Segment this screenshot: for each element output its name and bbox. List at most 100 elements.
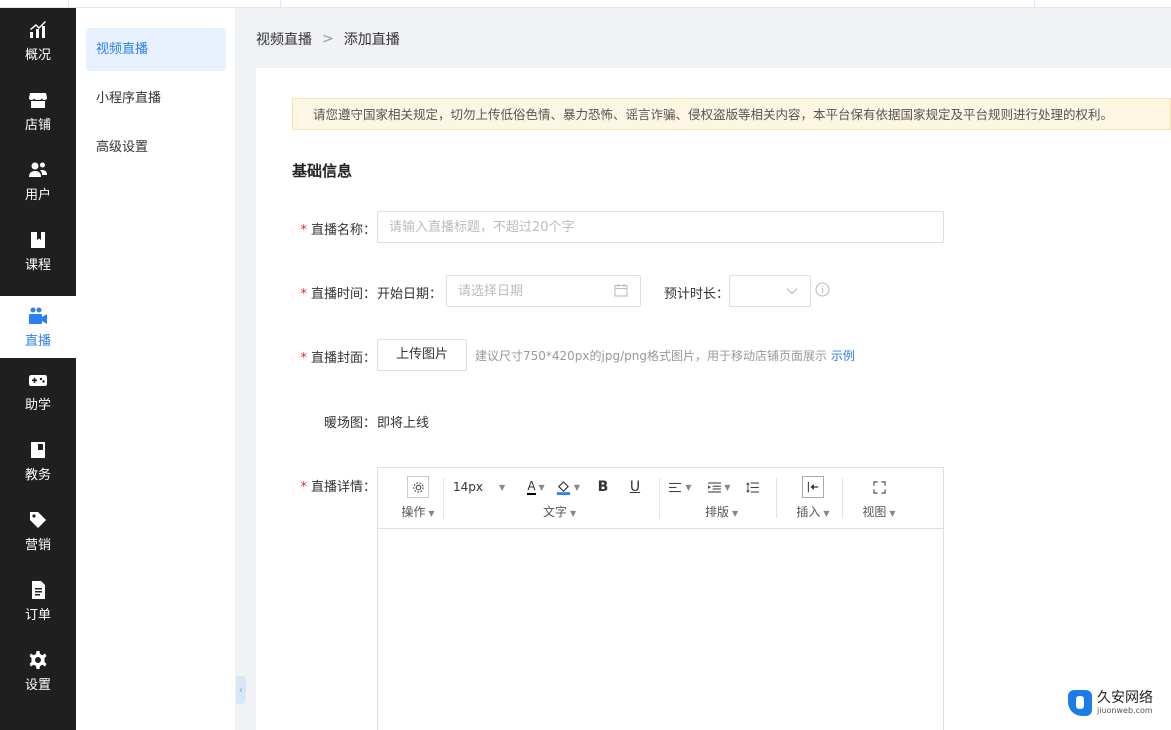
line-height-button[interactable]: [742, 476, 762, 498]
cover-label-text: 直播封面：: [310, 351, 376, 366]
align-left-icon: [669, 482, 682, 492]
live-time-label: * 直播时间：: [292, 283, 376, 302]
submenu-item-miniprogram-live[interactable]: 小程序直播: [86, 77, 226, 120]
indent-button[interactable]: ▼: [707, 476, 732, 498]
insert-caption: 插入: [796, 505, 821, 519]
toolbar-menu-view[interactable]: 视图 ▼: [854, 503, 904, 520]
upload-image-button[interactable]: 上传图片: [377, 339, 467, 371]
caret-down-icon: ▼: [724, 482, 731, 492]
operate-settings-button[interactable]: [407, 476, 429, 498]
cover-hint: 建议尺寸750*420px的jpg/png格式图片，用于移动店铺页面展示 示例: [475, 347, 855, 364]
chevron-down-icon: [786, 288, 798, 295]
view-caption: 视图: [862, 505, 887, 519]
caret-down-icon: ▼: [499, 482, 506, 492]
caret-down-icon: ▼: [732, 509, 739, 518]
duration-select[interactable]: [729, 275, 811, 307]
top-bar-divider: [280, 0, 281, 8]
collapse-submenu-button[interactable]: ‹: [236, 676, 246, 704]
caret-down-icon: ▼: [889, 509, 896, 518]
live-time-label-text: 直播时间：: [310, 287, 376, 302]
nav-item-courses[interactable]: 课程: [0, 220, 76, 282]
logo-subtitle: jiuonweb.com: [1097, 706, 1153, 715]
fullscreen-button[interactable]: [869, 476, 889, 498]
chart-up-icon: [30, 20, 46, 38]
detail-label: * 直播详情：: [292, 476, 376, 495]
top-bar: [0, 0, 1171, 8]
nav-label: 教务: [24, 467, 51, 483]
nav-label: 课程: [24, 257, 51, 273]
settings-gear-icon: [412, 481, 424, 493]
font-color-icon: A: [527, 478, 536, 495]
start-date-picker[interactable]: [446, 275, 641, 307]
required-mark: *: [300, 223, 307, 238]
insert-button[interactable]: [802, 476, 824, 498]
start-date-label: 开始日期：: [377, 287, 443, 302]
toolbar-menu-layout[interactable]: 排版 ▼: [668, 503, 768, 520]
toolbar-menu-operate[interactable]: 操作 ▼: [398, 503, 438, 520]
tag-icon: [30, 511, 46, 528]
info-icon[interactable]: [815, 282, 830, 297]
store-icon: [29, 92, 47, 108]
add-live-form-card: 请您遵守国家相关规定，切勿上传低俗色情、暴力恐怖、谣言诈骗、侵权盗版等相关内容，…: [256, 68, 1171, 730]
caret-down-icon: ▼: [685, 482, 692, 492]
nav-item-users[interactable]: 用户: [0, 150, 76, 212]
logo-title: 久安网络: [1097, 690, 1153, 706]
calendar-book-icon: [31, 441, 45, 458]
paint-bucket-icon: [556, 480, 570, 495]
caret-down-icon: ▼: [538, 482, 545, 492]
insert-arrow-icon: [807, 481, 819, 493]
live-name-label: * 直播名称：: [292, 219, 376, 238]
nav-label: 店铺: [24, 117, 51, 133]
logo-icon: [1068, 690, 1092, 716]
bold-button[interactable]: B: [593, 476, 613, 498]
submenu-item-advanced-settings[interactable]: 高级设置: [86, 126, 226, 169]
cover-hint-text: 建议尺寸750*420px的jpg/png格式图片，用于移动店铺页面展示: [475, 349, 827, 363]
nav-label: 用户: [24, 187, 51, 203]
required-mark: *: [300, 287, 307, 302]
nav-item-marketing[interactable]: 营销: [0, 500, 76, 562]
line-spacing-icon: [745, 481, 759, 493]
font-color-button[interactable]: A ▼: [523, 476, 549, 498]
caret-down-icon: ▼: [573, 482, 581, 492]
watermark-logo: 久安网络 jiuonweb.com: [1068, 690, 1153, 716]
warmup-value: 即将上线: [377, 416, 430, 431]
editor-toolbar: 操作 ▼ 14px ▼ A ▼ ▼ B U 文字 ▼ ▼ ▼ 排版 ▼ 插入 ▼…: [378, 468, 943, 529]
caret-down-icon: ▼: [823, 509, 830, 518]
layout-caption: 排版: [705, 505, 730, 519]
caret-down-icon: ▼: [570, 509, 577, 518]
text-caption: 文字: [543, 505, 568, 519]
align-button[interactable]: ▼: [668, 476, 693, 498]
toolbar-menu-insert[interactable]: 插入 ▼: [788, 503, 838, 520]
nav-item-academic[interactable]: 教务: [0, 430, 76, 492]
required-mark: *: [300, 351, 307, 366]
nav-label: 订单: [24, 607, 51, 623]
toolbar-divider: [776, 478, 777, 518]
caret-down-icon: ▼: [428, 509, 435, 518]
live-name-input[interactable]: [377, 211, 944, 243]
nav-label: 营销: [24, 537, 51, 553]
editor-content-area[interactable]: [378, 529, 943, 730]
toolbar-divider: [659, 478, 660, 518]
users-icon: [29, 162, 47, 177]
nav-label: 概况: [24, 47, 51, 63]
calendar-icon: [614, 284, 628, 297]
font-size-select[interactable]: 14px ▼: [453, 476, 506, 498]
toolbar-divider: [842, 478, 843, 518]
toolbar-menu-text[interactable]: 文字 ▼: [453, 503, 653, 520]
underline-button[interactable]: U: [625, 476, 645, 498]
nav-item-study-aid[interactable]: 助学: [0, 360, 76, 422]
toolbar-group-operate: 操作 ▼: [398, 476, 438, 522]
cover-label: * 直播封面：: [292, 347, 376, 366]
nav-item-live[interactable]: 直播: [0, 296, 76, 358]
submenu-item-video-live[interactable]: 视频直播: [86, 28, 226, 71]
compliance-notice: 请您遵守国家相关规定，切勿上传低俗色情、暴力恐怖、谣言诈骗、侵权盗版等相关内容，…: [292, 98, 1171, 130]
nav-item-settings[interactable]: 设置: [0, 640, 76, 702]
highlight-color-button[interactable]: ▼: [555, 476, 581, 498]
operate-caption: 操作: [401, 505, 426, 519]
nav-item-overview[interactable]: 概况: [0, 10, 76, 72]
example-link[interactable]: 示例: [831, 349, 855, 363]
nav-item-orders[interactable]: 订单: [0, 570, 76, 632]
nav-item-store[interactable]: 店铺: [0, 80, 76, 142]
live-name-label-text: 直播名称：: [310, 223, 376, 238]
breadcrumb-link-video-live[interactable]: 视频直播: [256, 29, 312, 49]
